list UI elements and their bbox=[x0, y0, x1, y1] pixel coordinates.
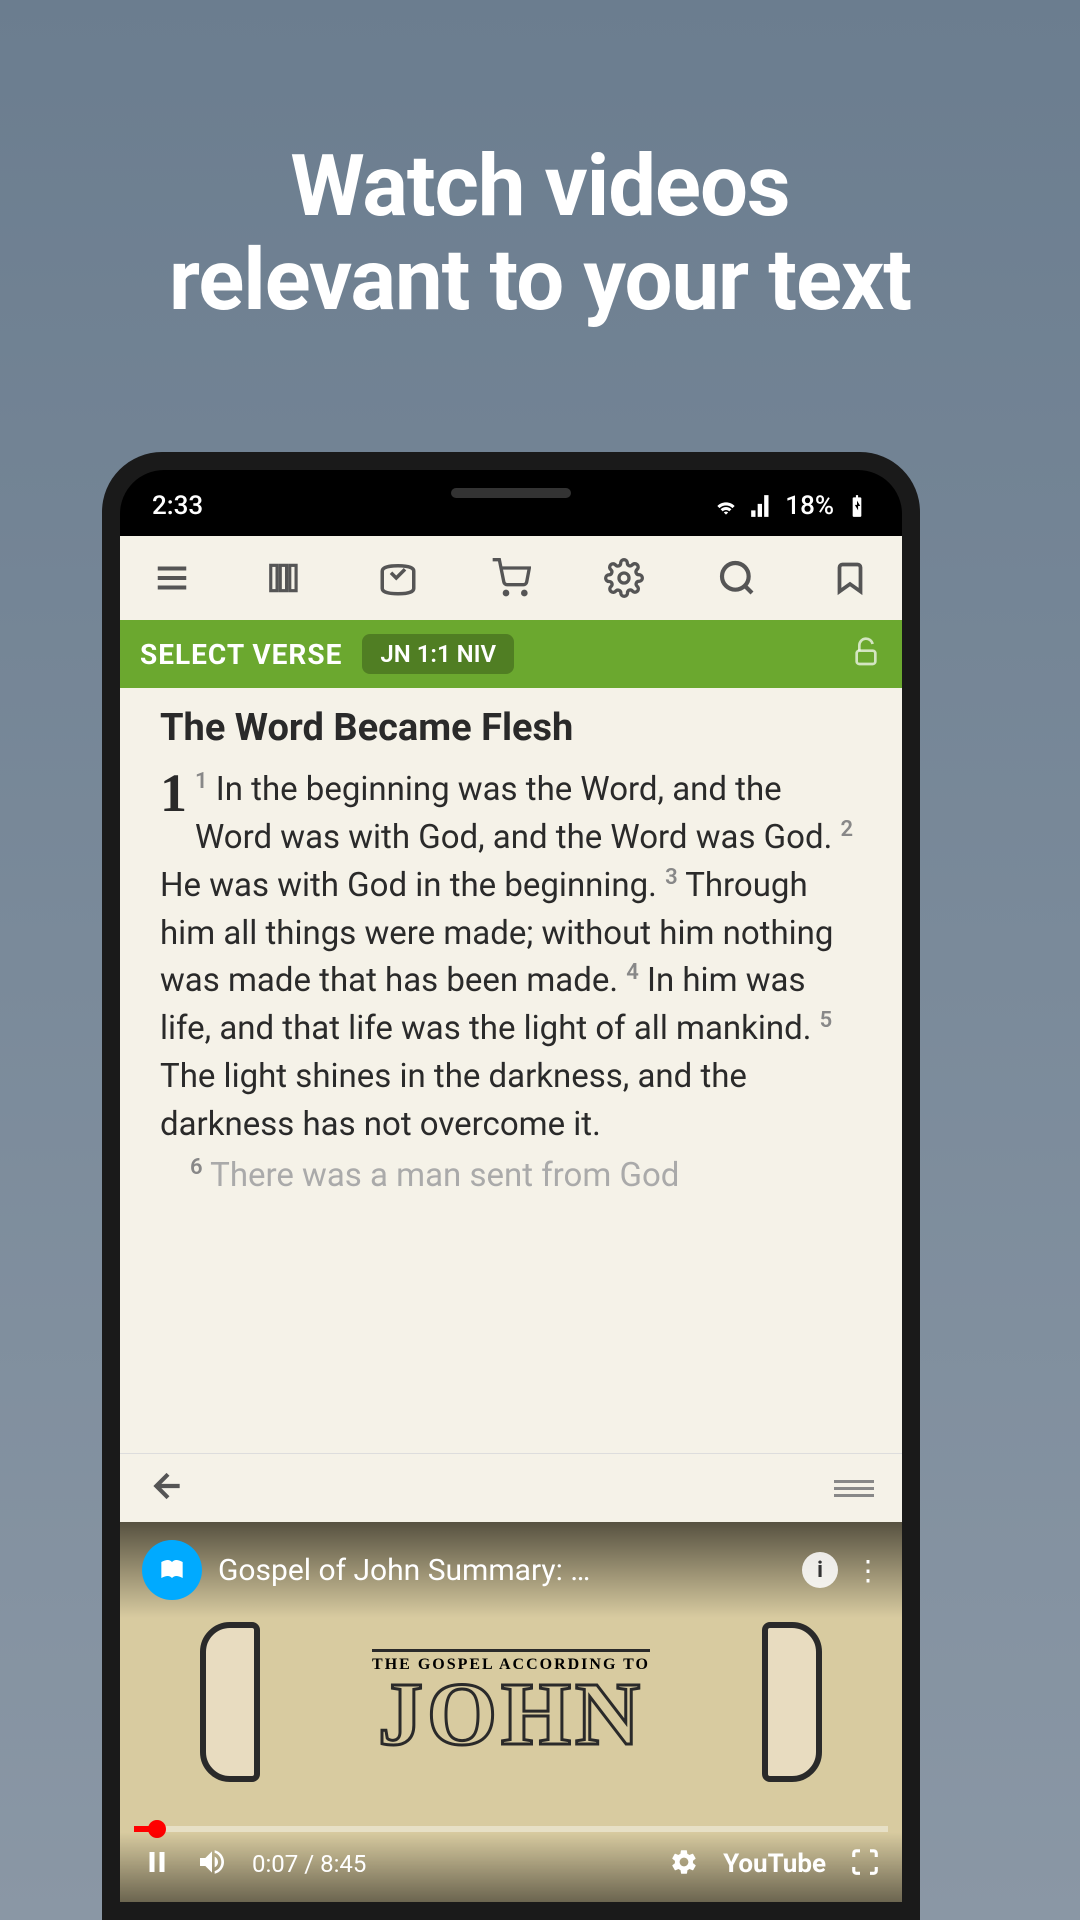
video-player[interactable]: Gospel of John Summary: … i ⋮ THE GOSPEL… bbox=[120, 1522, 902, 1902]
drag-handle-icon[interactable] bbox=[834, 1480, 874, 1497]
more-options-icon[interactable]: ⋮ bbox=[854, 1554, 880, 1587]
verse-number: 5 bbox=[820, 1008, 833, 1033]
cart-icon[interactable] bbox=[489, 556, 533, 600]
scroll-decoration bbox=[200, 1622, 260, 1782]
verse-number: 3 bbox=[665, 865, 678, 890]
phone-speaker bbox=[451, 488, 571, 498]
verse-number: 4 bbox=[626, 960, 639, 985]
scroll-decoration bbox=[762, 1622, 822, 1782]
bookmark-icon[interactable] bbox=[828, 556, 872, 600]
channel-avatar[interactable] bbox=[142, 1540, 202, 1600]
video-controls: 0:07 / 8:45 YouTube bbox=[120, 1832, 902, 1902]
thumbnail-title: JOHN bbox=[260, 1674, 762, 1755]
gear-icon[interactable] bbox=[602, 556, 646, 600]
select-verse-label: SELECT VERSE bbox=[140, 638, 342, 671]
menu-icon[interactable] bbox=[150, 556, 194, 600]
library-icon[interactable] bbox=[263, 556, 307, 600]
signal-icon bbox=[749, 493, 775, 519]
status-right: 18% bbox=[713, 491, 870, 521]
unlock-icon[interactable] bbox=[850, 636, 882, 672]
verse-number: 2 bbox=[840, 817, 853, 842]
battery-icon bbox=[844, 493, 870, 519]
verse-text: He was with God in the beginning. bbox=[160, 866, 657, 905]
pause-icon[interactable] bbox=[142, 1847, 172, 1881]
app-screen: SELECT VERSE JN 1:1 NIV The Word Became … bbox=[120, 536, 902, 1902]
app-toolbar bbox=[120, 536, 902, 620]
panel-bar bbox=[120, 1453, 902, 1522]
fullscreen-icon[interactable] bbox=[850, 1847, 880, 1881]
passage-text: 1 1 In the beginning was the Word, and t… bbox=[160, 766, 862, 1149]
video-thumbnail: THE GOSPEL ACCORDING TO JOHN bbox=[200, 1602, 822, 1802]
info-icon[interactable]: i bbox=[802, 1552, 838, 1588]
video-title: Gospel of John Summary: … bbox=[218, 1553, 786, 1588]
section-title: The Word Became Flesh bbox=[160, 706, 862, 750]
phone-screen: 2:33 18% bbox=[120, 470, 902, 1902]
volume-icon[interactable] bbox=[196, 1846, 228, 1882]
verse-text: In the beginning was the Word, and the W… bbox=[195, 770, 832, 857]
verse-number: 6 bbox=[190, 1155, 203, 1180]
verse-selector-bar[interactable]: SELECT VERSE JN 1:1 NIV bbox=[120, 620, 902, 688]
video-time-display: 0:07 / 8:45 bbox=[252, 1850, 366, 1878]
phone-frame: 2:33 18% bbox=[102, 452, 920, 1920]
wifi-icon bbox=[713, 493, 739, 519]
status-time: 2:33 bbox=[152, 491, 203, 521]
scripture-content[interactable]: The Word Became Flesh 1 1 In the beginni… bbox=[120, 688, 902, 1453]
headline-line-1: Watch videos bbox=[290, 136, 789, 236]
settings-gear-icon[interactable] bbox=[669, 1847, 699, 1881]
chapter-number: 1 bbox=[160, 766, 187, 820]
verse-number: 1 bbox=[195, 769, 208, 794]
thumbnail-text: THE GOSPEL ACCORDING TO JOHN bbox=[260, 1649, 762, 1755]
promo-headline: Watch videos relevant to your text bbox=[0, 0, 1080, 327]
search-icon[interactable] bbox=[715, 556, 759, 600]
back-arrow-icon[interactable] bbox=[148, 1466, 188, 1510]
truncated-verse: 6 There was a man sent from God bbox=[160, 1155, 862, 1195]
youtube-label[interactable]: YouTube bbox=[723, 1849, 826, 1879]
study-icon[interactable] bbox=[376, 556, 420, 600]
battery-percent: 18% bbox=[785, 491, 834, 521]
verse-reference-badge[interactable]: JN 1:1 NIV bbox=[362, 634, 514, 674]
verse-text: The light shines in the darkness, and th… bbox=[160, 1057, 747, 1144]
status-bar: 2:33 18% bbox=[120, 476, 902, 536]
headline-line-2: relevant to your text bbox=[169, 230, 911, 330]
verse-text: There was a man sent from God bbox=[210, 1156, 679, 1195]
